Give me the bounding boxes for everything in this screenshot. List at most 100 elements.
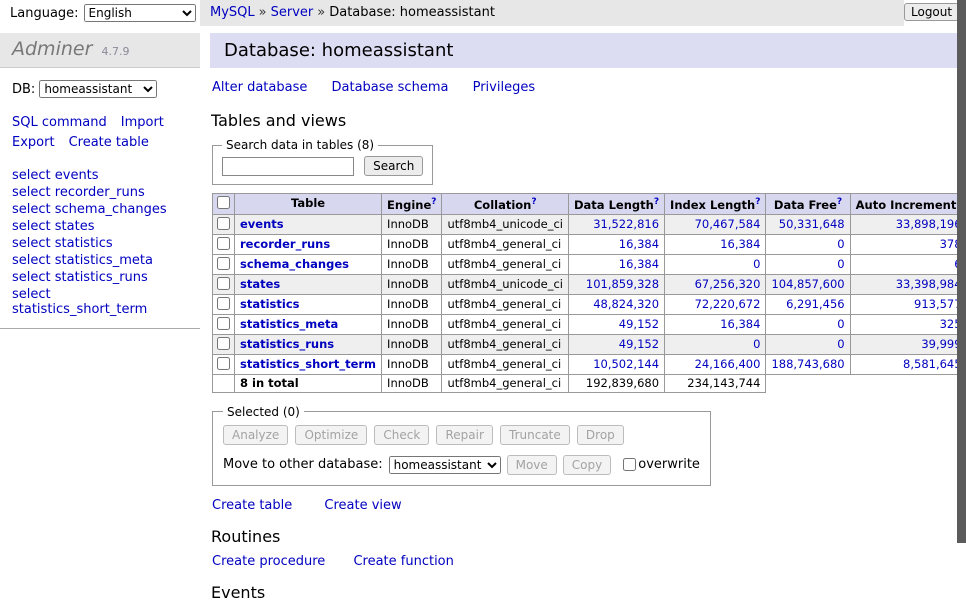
doc-link-icon[interactable]: ? [654, 197, 659, 207]
collation-cell: utf8mb4_general_ci [442, 254, 569, 274]
row-select-checkbox[interactable] [217, 217, 230, 230]
row-select-checkbox[interactable] [217, 257, 230, 270]
sidebar-link-import[interactable]: Import [121, 115, 164, 130]
database-schema-link[interactable]: Database schema [332, 80, 449, 95]
optimize-button[interactable]: Optimize [295, 425, 367, 445]
row-select-checkbox[interactable] [217, 337, 230, 350]
logout-button[interactable]: Logout [904, 3, 959, 21]
selected-buttons-row: Analyze Optimize Check Repair Truncate D… [223, 425, 700, 445]
col-header-index-length: Index Length? [665, 194, 766, 215]
copy-button[interactable]: Copy [563, 455, 611, 475]
privileges-link[interactable]: Privileges [473, 80, 536, 95]
doc-link-icon[interactable]: ? [431, 197, 436, 207]
table-name-link[interactable]: statistics_short_term [240, 357, 376, 371]
table-row-events: events InnoDB utf8mb4_unicode_ci 31,522,… [213, 214, 966, 234]
row-select-checkbox[interactable] [217, 297, 230, 310]
row-select-checkbox[interactable] [217, 277, 230, 290]
db-label: DB: [12, 82, 35, 97]
collation-cell: utf8mb4_general_ci [442, 314, 569, 334]
scrollbar-thumb[interactable] [957, 0, 966, 543]
table-name-link[interactable]: statistics_meta [240, 317, 338, 331]
selected-fieldset: Selected (0) Analyze Optimize Check Repa… [212, 405, 711, 486]
index-length-cell: 70,467,584 [665, 214, 766, 234]
table-name-link[interactable]: recorder_runs [240, 237, 330, 251]
search-input[interactable] [222, 157, 354, 176]
engine-cell: InnoDB [382, 334, 442, 354]
repair-button[interactable]: Repair [436, 425, 492, 445]
doc-link-icon[interactable]: ? [755, 197, 760, 207]
language-select[interactable]: English [84, 4, 196, 22]
totals-collation-cell: utf8mb4_general_ci [442, 374, 569, 392]
row-select-checkbox[interactable] [217, 237, 230, 250]
data-length-cell: 49,152 [569, 314, 665, 334]
data-length-cell: 49,152 [569, 334, 665, 354]
auto-increment-cell: 33,898,196 [850, 214, 966, 234]
sidebar-link-sql-command[interactable]: SQL command [12, 115, 107, 130]
table-name-link[interactable]: statistics_runs [240, 337, 334, 351]
create-procedure-link[interactable]: Create procedure [212, 554, 325, 569]
row-select-checkbox[interactable] [217, 317, 230, 330]
sidebar-link-select-statistics-runs[interactable]: select statistics_runs [12, 269, 188, 286]
doc-link-icon[interactable]: ? [531, 197, 536, 207]
alter-database-link[interactable]: Alter database [212, 80, 307, 95]
sidebar-link-select-statistics[interactable]: select statistics [12, 235, 188, 252]
data-length-cell: 16,384 [569, 254, 665, 274]
table-name-link[interactable]: events [240, 217, 284, 231]
data-length-cell: 48,824,320 [569, 294, 665, 314]
index-length-cell: 72,220,672 [665, 294, 766, 314]
table-name-link[interactable]: schema_changes [240, 257, 349, 271]
create-function-link[interactable]: Create function [353, 554, 453, 569]
breadcrumb: MySQL»Server»Database: homeassistant [200, 0, 904, 26]
create-view-link[interactable]: Create view [324, 498, 401, 513]
auto-increment-cell: 33,398,984 [850, 274, 966, 294]
row-select-checkbox[interactable] [217, 357, 230, 370]
collation-cell: utf8mb4_general_ci [442, 234, 569, 254]
search-button[interactable]: Search [364, 156, 423, 176]
move-db-label: Move to other database: [223, 457, 383, 472]
sidebar: Adminer 4.7.9 DB: homeassistant SQL comma… [0, 26, 200, 543]
move-button[interactable]: Move [507, 455, 557, 475]
totals-row: 8 in total InnoDB utf8mb4_general_ci 192… [213, 374, 966, 392]
doc-link-icon[interactable]: ? [837, 197, 842, 207]
auto-increment-cell: 39,999 [850, 334, 966, 354]
index-length-cell: 0 [665, 334, 766, 354]
sidebar-link-select-states[interactable]: select states [12, 218, 188, 235]
sidebar-link-select-recorder-runs[interactable]: select recorder_runs [12, 184, 188, 201]
drop-button[interactable]: Drop [577, 425, 624, 445]
analyze-button[interactable]: Analyze [223, 425, 288, 445]
app-header: Adminer 4.7.9 [0, 33, 200, 68]
move-db-select[interactable]: homeassistant [389, 456, 501, 474]
db-select[interactable]: homeassistant [39, 80, 157, 98]
sidebar-link-create-table[interactable]: Create table [69, 135, 149, 150]
sidebar-link-select-statistics-short-term[interactable]: select statistics_short_term [12, 286, 188, 318]
database-nav-links: Alter database Database schema Privilege… [212, 80, 966, 95]
sidebar-link-select-events[interactable]: select events [12, 167, 188, 184]
breadcrumb-link-mysql[interactable]: MySQL [210, 5, 255, 20]
col-header-collation: Collation? [442, 194, 569, 215]
sidebar-link-export[interactable]: Export [12, 135, 55, 150]
data-free-cell: 188,743,680 [766, 354, 850, 374]
table-row-schema-changes: schema_changes InnoDB utf8mb4_general_ci… [213, 254, 966, 274]
sidebar-link-select-schema-changes[interactable]: select schema_changes [12, 201, 188, 218]
auto-increment-cell: 913,577 [850, 294, 966, 314]
vertical-scrollbar[interactable] [957, 0, 966, 543]
table-name-link[interactable]: statistics [240, 297, 300, 311]
collation-cell: utf8mb4_general_ci [442, 294, 569, 314]
index-length-cell: 16,384 [665, 314, 766, 334]
table-row-statistics-runs: statistics_runs InnoDB utf8mb4_general_c… [213, 334, 966, 354]
table-name-link[interactable]: states [240, 277, 280, 291]
table-row-states: states InnoDB utf8mb4_unicode_ci 101,859… [213, 274, 966, 294]
truncate-button[interactable]: Truncate [500, 425, 570, 445]
sidebar-link-select-statistics-meta[interactable]: select statistics_meta [12, 252, 188, 269]
sidebar-table-list: select events select recorder_runs selec… [12, 167, 188, 318]
collation-cell: utf8mb4_general_ci [442, 354, 569, 374]
breadcrumb-separator: » [317, 5, 325, 20]
data-free-cell: 0 [766, 334, 850, 354]
adminer-logo: Adminer [12, 38, 92, 60]
create-table-link[interactable]: Create table [212, 498, 292, 513]
select-all-checkbox[interactable] [217, 196, 230, 209]
adminer-version: 4.7.9 [102, 45, 130, 58]
check-button[interactable]: Check [374, 425, 429, 445]
overwrite-checkbox[interactable] [623, 458, 636, 471]
breadcrumb-link-server[interactable]: Server [271, 5, 314, 20]
